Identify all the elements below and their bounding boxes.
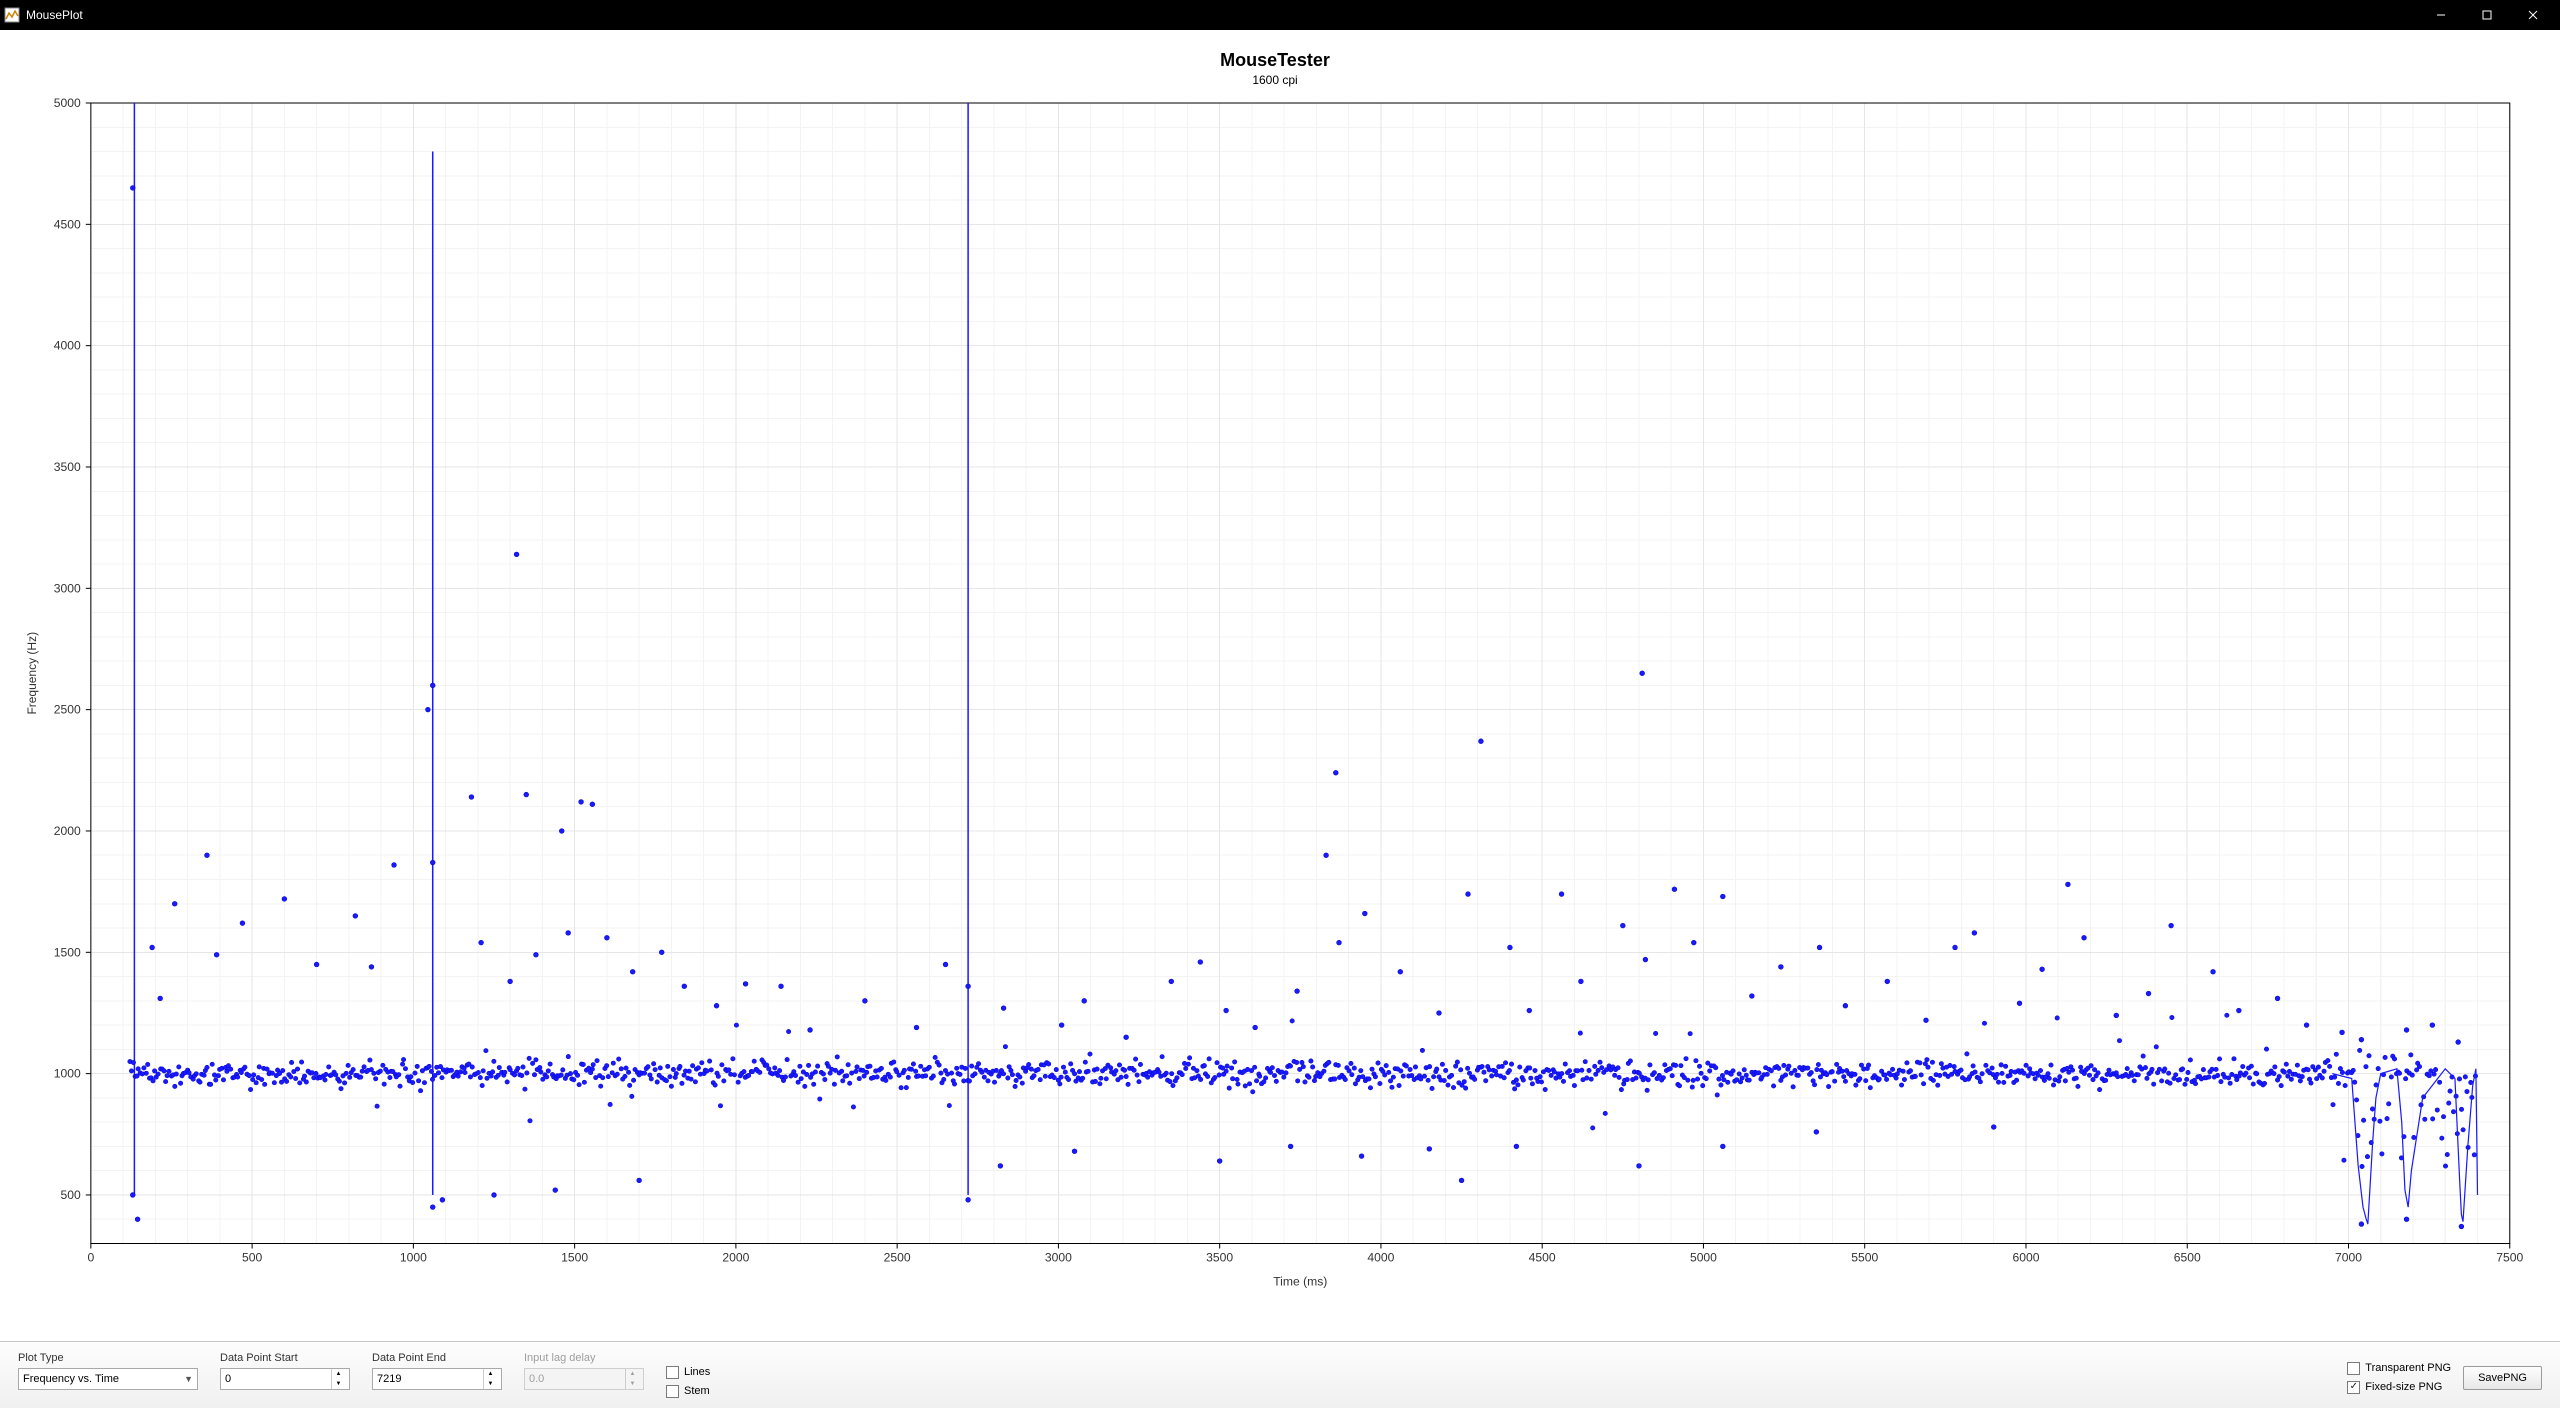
plot-area: MouseTester 1600 cpi 0 500 1000 1500 2000 250… — [0, 30, 2560, 1341]
spin-up-icon[interactable]: ▲ — [484, 1369, 497, 1379]
titlebar: MousePlot — [0, 0, 2560, 30]
spin-down-icon: ▼ — [626, 1379, 639, 1389]
lines-checkbox[interactable]: Lines — [666, 1366, 710, 1379]
chart-title: MouseTester — [20, 50, 2530, 71]
plot-type-combo[interactable]: Frequency vs. Time ▼ — [18, 1368, 198, 1390]
svg-text:0: 0 — [87, 1251, 94, 1265]
dp-start-label: Data Point Start — [220, 1352, 350, 1364]
stem-label: Stem — [684, 1385, 710, 1397]
svg-text:6000: 6000 — [2012, 1251, 2039, 1265]
svg-text:Time (ms): Time (ms) — [1273, 1275, 1327, 1289]
dp-end-value: 7219 — [377, 1373, 401, 1385]
svg-text:6500: 6500 — [2174, 1251, 2201, 1265]
input-lag-label: Input lag delay — [524, 1352, 644, 1364]
svg-text:500: 500 — [60, 1188, 81, 1202]
svg-text:4000: 4000 — [1367, 1251, 1394, 1265]
svg-text:3000: 3000 — [54, 581, 81, 595]
svg-text:500: 500 — [242, 1251, 263, 1265]
fixed-size-png-checkbox[interactable]: Fixed-size PNG — [2347, 1381, 2451, 1394]
svg-text:1500: 1500 — [561, 1251, 588, 1265]
plot-type-label: Plot Type — [18, 1352, 198, 1364]
svg-text:4500: 4500 — [1529, 1251, 1556, 1265]
app-icon — [4, 7, 20, 23]
chart-subtitle: 1600 cpi — [20, 73, 2530, 87]
svg-text:4000: 4000 — [54, 339, 81, 353]
maximize-button[interactable] — [2464, 0, 2510, 30]
dp-start-spinner[interactable]: 0 ▲▼ — [220, 1368, 350, 1390]
dp-end-label: Data Point End — [372, 1352, 502, 1364]
svg-text:Frequency (Hz): Frequency (Hz) — [25, 632, 39, 715]
svg-text:5500: 5500 — [1851, 1251, 1878, 1265]
svg-text:1000: 1000 — [400, 1251, 427, 1265]
window-title: MousePlot — [26, 8, 83, 22]
dp-start-value: 0 — [225, 1373, 231, 1385]
input-lag-value: 0.0 — [529, 1373, 544, 1385]
minimize-button[interactable] — [2418, 0, 2464, 30]
spin-up-icon[interactable]: ▲ — [332, 1369, 345, 1379]
input-lag-spinner: 0.0 ▲▼ — [524, 1368, 644, 1390]
lines-label: Lines — [684, 1366, 710, 1378]
svg-text:2500: 2500 — [54, 703, 81, 717]
spin-down-icon[interactable]: ▼ — [484, 1379, 497, 1389]
svg-text:5000: 5000 — [1690, 1251, 1717, 1265]
plot-type-value: Frequency vs. Time — [23, 1373, 119, 1385]
svg-text:3500: 3500 — [1206, 1251, 1233, 1265]
spin-up-icon: ▲ — [626, 1369, 639, 1379]
stem-checkbox[interactable]: Stem — [666, 1385, 710, 1398]
svg-text:7000: 7000 — [2335, 1251, 2362, 1265]
svg-text:2500: 2500 — [884, 1251, 911, 1265]
dp-end-spinner[interactable]: 7219 ▲▼ — [372, 1368, 502, 1390]
svg-text:2000: 2000 — [722, 1251, 749, 1265]
chevron-down-icon: ▼ — [184, 1374, 193, 1384]
svg-text:5000: 5000 — [54, 96, 81, 110]
svg-text:4500: 4500 — [54, 217, 81, 231]
transparent-png-label: Transparent PNG — [2365, 1362, 2451, 1374]
save-png-label: SavePNG — [2478, 1372, 2527, 1384]
svg-text:7500: 7500 — [2496, 1251, 2523, 1265]
svg-text:3000: 3000 — [1045, 1251, 1072, 1265]
svg-text:3500: 3500 — [54, 460, 81, 474]
controls-bar: Plot Type Frequency vs. Time ▼ Data Poin… — [0, 1341, 2560, 1408]
chart-canvas[interactable]: 0 500 1000 1500 2000 2500 3000 3500 4000 4500 5000… — [20, 93, 2530, 1294]
close-button[interactable] — [2510, 0, 2556, 30]
fixed-size-png-label: Fixed-size PNG — [2365, 1381, 2442, 1393]
app-window: MousePlot MouseTester 1600 cpi 0 500 1000 1… — [0, 0, 2560, 1391]
transparent-png-checkbox[interactable]: Transparent PNG — [2347, 1362, 2451, 1375]
save-png-button[interactable]: SavePNG — [2463, 1366, 2542, 1390]
svg-text:2000: 2000 — [54, 824, 81, 838]
svg-text:1500: 1500 — [54, 945, 81, 959]
svg-text:1000: 1000 — [54, 1067, 81, 1081]
spin-down-icon[interactable]: ▼ — [332, 1379, 345, 1389]
